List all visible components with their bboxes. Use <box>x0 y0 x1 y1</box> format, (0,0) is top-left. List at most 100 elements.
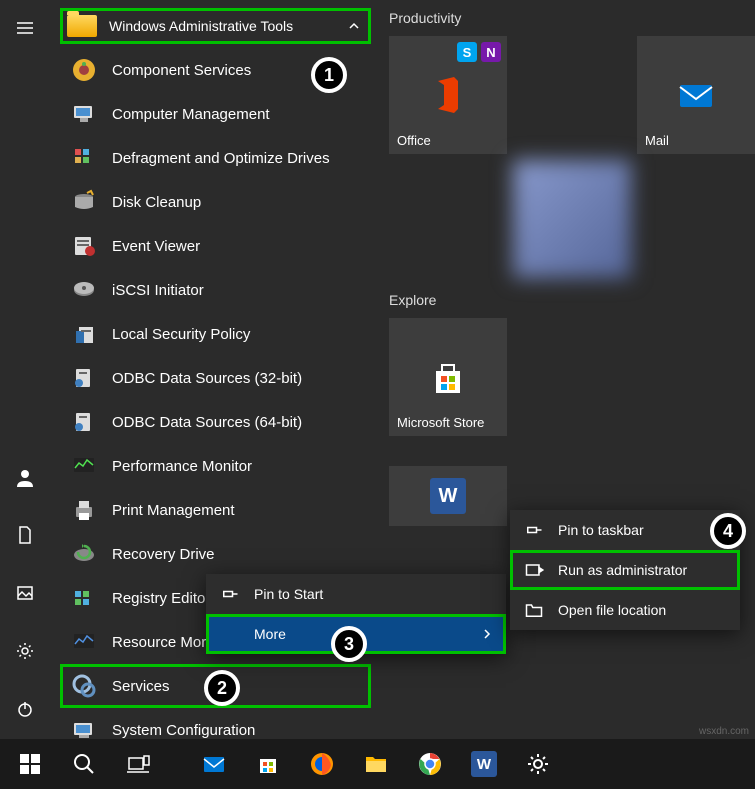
odbc-icon <box>70 408 98 436</box>
pin-icon <box>220 586 240 602</box>
tile-office[interactable]: S N Office <box>389 36 507 154</box>
app-label: Local Security Policy <box>112 326 250 343</box>
tile-label: Mail <box>645 133 669 148</box>
tile-microsoft-store[interactable]: Microsoft Store <box>389 318 507 436</box>
start-button[interactable] <box>4 740 56 788</box>
folder-label: Windows Administrative Tools <box>109 18 348 34</box>
start-rail <box>0 0 50 739</box>
taskbar-settings[interactable] <box>512 740 564 788</box>
admin-shield-icon <box>524 562 544 578</box>
app-local-security-policy[interactable]: Local Security Policy <box>50 312 379 356</box>
documents-icon[interactable] <box>0 515 50 555</box>
chevron-up-icon <box>348 20 360 32</box>
annotation-badge-1: 1 <box>311 57 347 93</box>
ctx-label: More <box>254 626 482 642</box>
user-icon[interactable] <box>0 457 50 497</box>
app-label: Component Services <box>112 62 251 79</box>
ctx-pin-to-taskbar[interactable]: Pin to taskbar <box>510 510 740 550</box>
app-label: Services <box>112 678 170 695</box>
search-button[interactable] <box>58 740 110 788</box>
annotation-badge-3: 3 <box>331 626 367 662</box>
app-label: Defragment and Optimize Drives <box>112 150 330 167</box>
task-view-button[interactable] <box>112 740 164 788</box>
app-label: iSCSI Initiator <box>112 282 204 299</box>
print-icon <box>70 496 98 524</box>
component-services-icon <box>70 56 98 84</box>
app-label: Recovery Drive <box>112 546 215 563</box>
taskbar-explorer[interactable] <box>350 740 402 788</box>
app-computer-management[interactable]: Computer Management <box>50 92 379 136</box>
ctx-label: Open file location <box>558 602 726 618</box>
tile-blurred[interactable] <box>513 160 631 278</box>
tile-word[interactable]: W <box>389 466 507 526</box>
word-icon: W <box>430 478 466 514</box>
app-label: System Configuration <box>112 722 255 739</box>
recovery-icon <box>70 540 98 568</box>
app-disk-cleanup[interactable]: Disk Cleanup <box>50 180 379 224</box>
ctx-run-as-administrator[interactable]: Run as administrator <box>510 550 740 590</box>
section-productivity[interactable]: Productivity <box>389 10 755 26</box>
mail-icon <box>674 73 718 117</box>
chevron-right-icon <box>482 626 492 642</box>
taskbar: W <box>0 739 755 789</box>
taskbar-chrome[interactable] <box>404 740 456 788</box>
pictures-icon[interactable] <box>0 573 50 613</box>
services-icon <box>70 672 98 700</box>
office-icon <box>426 73 470 117</box>
annotation-badge-2: 2 <box>204 670 240 706</box>
store-icon <box>426 355 470 399</box>
skype-icon: S <box>457 42 477 62</box>
source-watermark: wsxdn.com <box>699 726 749 737</box>
odbc-icon <box>70 364 98 392</box>
pin-icon <box>524 522 544 538</box>
sysconfig-icon <box>70 716 98 739</box>
ctx-pin-to-start[interactable]: Pin to Start <box>206 574 506 614</box>
computer-management-icon <box>70 100 98 128</box>
app-label: ODBC Data Sources (32-bit) <box>112 370 302 387</box>
folder-icon <box>67 15 97 37</box>
app-label: Event Viewer <box>112 238 200 255</box>
app-odbc-64[interactable]: ODBC Data Sources (64-bit) <box>50 400 379 444</box>
taskbar-mail[interactable] <box>188 740 240 788</box>
power-icon[interactable] <box>0 689 50 729</box>
app-label: Computer Management <box>112 106 270 123</box>
defrag-icon <box>70 144 98 172</box>
app-label: Registry Edito <box>112 590 205 607</box>
app-recovery-drive[interactable]: Recovery Drive <box>50 532 379 576</box>
app-label: ODBC Data Sources (64-bit) <box>112 414 302 431</box>
regedit-icon <box>70 584 98 612</box>
ctx-open-file-location[interactable]: Open file location <box>510 590 740 630</box>
security-policy-icon <box>70 320 98 348</box>
app-label: Resource Mor <box>112 634 206 651</box>
context-menu-more: Pin to taskbar Run as administrator Open… <box>510 510 740 630</box>
perfmon-icon <box>70 452 98 480</box>
hamburger-icon[interactable] <box>0 8 50 48</box>
app-odbc-32[interactable]: ODBC Data Sources (32-bit) <box>50 356 379 400</box>
annotation-badge-4: 4 <box>710 513 746 549</box>
app-print-management[interactable]: Print Management <box>50 488 379 532</box>
folder-windows-admin-tools[interactable]: Windows Administrative Tools <box>60 8 371 44</box>
app-event-viewer[interactable]: Event Viewer <box>50 224 379 268</box>
app-label: Disk Cleanup <box>112 194 201 211</box>
tile-label: Microsoft Store <box>397 415 484 430</box>
disk-cleanup-icon <box>70 188 98 216</box>
app-performance-monitor[interactable]: Performance Monitor <box>50 444 379 488</box>
ctx-label: Pin to taskbar <box>558 522 726 538</box>
app-defragment[interactable]: Defragment and Optimize Drives <box>50 136 379 180</box>
tile-label: Office <box>397 133 431 148</box>
ctx-label: Pin to Start <box>254 586 492 602</box>
app-system-configuration[interactable]: System Configuration <box>50 708 379 739</box>
taskbar-store[interactable] <box>242 740 294 788</box>
folder-open-icon <box>524 602 544 618</box>
tile-mail[interactable]: Mail <box>637 36 755 154</box>
onenote-icon: N <box>481 42 501 62</box>
iscsi-icon <box>70 276 98 304</box>
taskbar-word[interactable]: W <box>458 740 510 788</box>
app-iscsi[interactable]: iSCSI Initiator <box>50 268 379 312</box>
app-label: Print Management <box>112 502 235 519</box>
taskbar-firefox[interactable] <box>296 740 348 788</box>
resmon-icon <box>70 628 98 656</box>
section-explore[interactable]: Explore <box>389 292 755 308</box>
settings-icon[interactable] <box>0 631 50 671</box>
app-label: Performance Monitor <box>112 458 252 475</box>
